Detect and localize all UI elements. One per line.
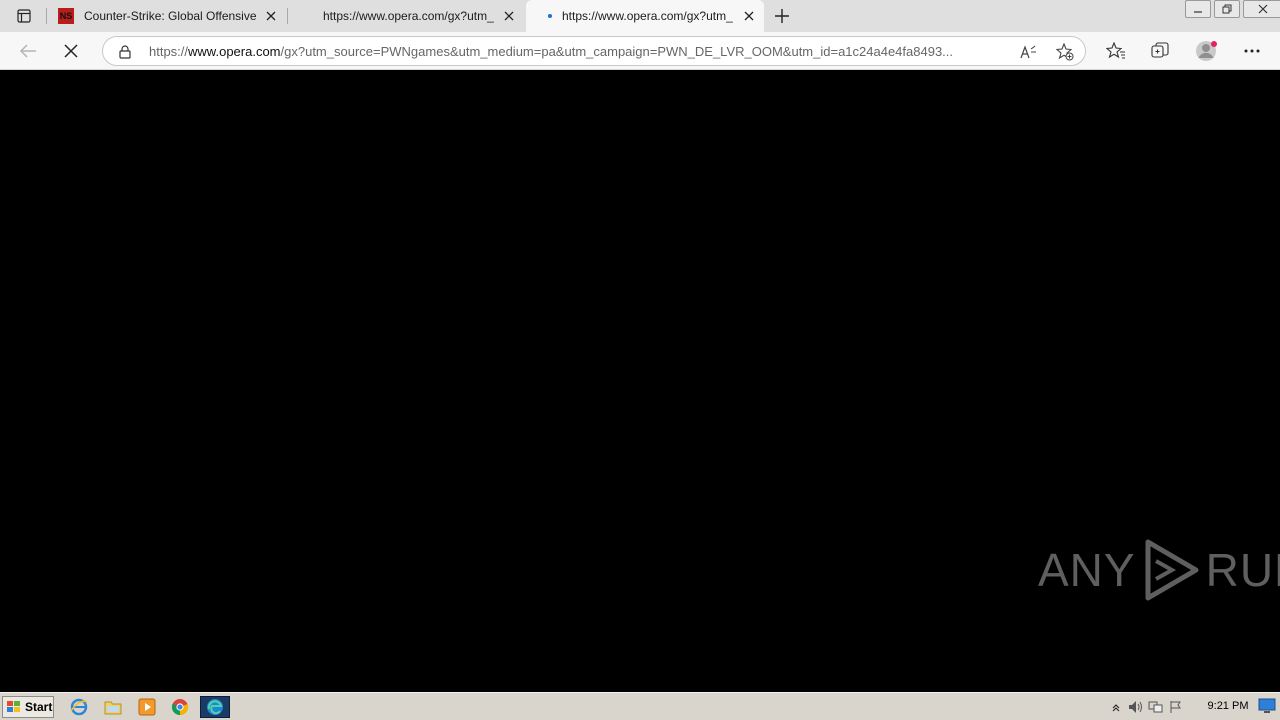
add-favorite-icon[interactable]: [1055, 42, 1075, 62]
lock-icon[interactable]: [117, 44, 133, 60]
action-center-flag-icon[interactable]: [1166, 697, 1186, 717]
close-icon: [1258, 4, 1268, 14]
collections-button[interactable]: [1146, 37, 1174, 65]
screen: NS Counter-Strike: Global Offensive http…: [0, 0, 1280, 720]
tab-title: https://www.opera.com/gx?utm_: [323, 9, 494, 23]
tab-opera-2-active[interactable]: https://www.opera.com/gx?utm_: [526, 0, 764, 32]
taskbar-clock[interactable]: 9:21 PM: [1200, 700, 1256, 712]
restore-button[interactable]: [1214, 0, 1240, 18]
taskbar-edge-active[interactable]: [200, 696, 230, 718]
internet-explorer-icon: [70, 698, 88, 716]
url-domain: www.opera.com: [188, 44, 281, 59]
close-tab-icon[interactable]: [502, 9, 516, 23]
collections-icon: [1151, 42, 1169, 58]
minimize-icon: [1194, 11, 1202, 13]
more-dots-icon: [1244, 49, 1260, 53]
taskbar-media-player[interactable]: [136, 697, 158, 717]
avatar-icon: [1196, 41, 1217, 61]
network-icon[interactable]: [1146, 697, 1166, 717]
tab-title: Counter-Strike: Global Offensive: [84, 9, 257, 23]
url-path: /gx?utm_source=PWNgames&utm_medium=pa&ut…: [280, 44, 954, 59]
close-window-button[interactable]: [1243, 0, 1280, 18]
system-tray: [1106, 695, 1186, 719]
minimize-button[interactable]: [1185, 0, 1211, 18]
back-button[interactable]: [14, 37, 42, 65]
taskbar-explorer[interactable]: [102, 697, 124, 717]
watermark-right: RUN: [1205, 544, 1280, 596]
desktop-monitor-icon: [1258, 698, 1276, 713]
stop-icon: [64, 44, 78, 58]
close-tab-icon[interactable]: [264, 9, 278, 23]
address-bar[interactable]: https://www.opera.com/gx?utm_source=PWNg…: [102, 36, 1086, 66]
favorites-icon: [1106, 42, 1125, 59]
media-player-icon: [138, 698, 156, 716]
anyrun-watermark: ANY RUN: [1038, 538, 1280, 602]
tab-actions-button[interactable]: [10, 4, 38, 28]
show-desktop-button[interactable]: [1258, 698, 1276, 716]
tab-cs-go[interactable]: NS Counter-Strike: Global Offensive: [48, 0, 286, 32]
chrome-icon: [171, 699, 189, 716]
browser-toolbar: https://www.opera.com/gx?utm_source=PWNg…: [0, 32, 1280, 70]
url-prefix: https://: [149, 44, 189, 59]
read-aloud-icon[interactable]: [1019, 42, 1039, 62]
favorites-button[interactable]: [1102, 37, 1130, 65]
plus-icon: [775, 9, 789, 23]
close-tab-icon[interactable]: [742, 9, 756, 23]
restore-icon: [1222, 4, 1232, 14]
taskbar-chrome[interactable]: [169, 697, 191, 717]
start-label: Start: [25, 700, 53, 714]
window-controls: [1182, 0, 1280, 18]
tab-separator: [46, 8, 47, 24]
tab-opera-1[interactable]: https://www.opera.com/gx?utm_: [288, 0, 524, 32]
profile-button[interactable]: [1192, 37, 1220, 65]
play-logo-icon: [1145, 539, 1199, 601]
url-text[interactable]: https://www.opera.com/gx?utm_source=PWNg…: [149, 44, 1009, 59]
cs-favicon-icon: NS: [58, 8, 74, 24]
tab-title: https://www.opera.com/gx?utm_: [562, 9, 733, 23]
settings-more-button[interactable]: [1238, 37, 1266, 65]
new-tab-button[interactable]: [770, 4, 794, 28]
folder-icon: [104, 701, 122, 715]
volume-icon[interactable]: [1126, 697, 1146, 717]
taskbar: Start 9:21 PM: [0, 692, 1280, 720]
start-button[interactable]: Start: [2, 696, 54, 718]
watermark-left: ANY: [1038, 544, 1136, 596]
tab-strip: NS Counter-Strike: Global Offensive http…: [0, 0, 1280, 32]
taskbar-ie[interactable]: [68, 697, 90, 717]
back-arrow-icon: [19, 44, 36, 58]
edge-icon: [207, 699, 223, 715]
loading-dot-icon: [548, 14, 552, 18]
tab-actions-icon: [17, 9, 31, 23]
stop-loading-button[interactable]: [57, 37, 85, 65]
windows-logo-icon: [7, 701, 20, 712]
show-hidden-icons-icon[interactable]: [1106, 697, 1126, 717]
